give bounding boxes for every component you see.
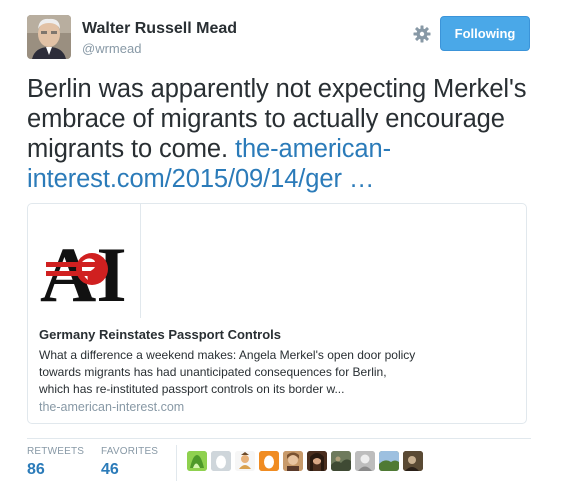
card-thumbnail[interactable]: AI (28, 204, 141, 318)
favoriter-avatar[interactable] (403, 451, 423, 471)
favoriter-avatar[interactable] (283, 451, 303, 471)
favoriter-avatar[interactable] (307, 451, 327, 471)
american-interest-logo: AI (40, 231, 127, 318)
tweet-text: Berlin was apparently not expecting Merk… (27, 74, 537, 194)
gear-icon[interactable] (413, 25, 431, 43)
favorites-label: FAVORITES (101, 446, 159, 457)
favoriter-avatar[interactable] (379, 451, 399, 471)
link-card[interactable]: AI Germany Reinstates Passport Controls … (27, 203, 527, 424)
retweets-stat[interactable]: RETWEETS 86 (27, 446, 84, 479)
favorites-stat[interactable]: FAVORITES 46 (101, 446, 158, 479)
divider (27, 438, 531, 439)
tweet-header: Walter Russell Mead @wrmead Following (27, 15, 532, 61)
card-domain[interactable]: the-american-interest.com (39, 400, 184, 414)
favorites-count[interactable]: 46 (101, 461, 158, 479)
favoriter-avatar[interactable] (211, 451, 231, 471)
favoriter-avatar[interactable] (259, 451, 279, 471)
card-description: What a difference a weekend makes: Angel… (39, 348, 416, 396)
retweets-count[interactable]: 86 (27, 461, 84, 479)
favoriter-avatar[interactable] (187, 451, 207, 471)
favoriter-avatar[interactable] (355, 451, 375, 471)
user-name[interactable]: Walter Russell Mead (82, 20, 237, 38)
following-button[interactable]: Following (440, 16, 530, 51)
retweets-label: RETWEETS (27, 446, 85, 457)
user-avatar[interactable] (27, 15, 71, 59)
favoriter-avatar[interactable] (235, 451, 255, 471)
favoriter-avatar[interactable] (331, 451, 351, 471)
card-title[interactable]: Germany Reinstates Passport Controls (39, 327, 281, 342)
user-handle[interactable]: @wrmead (82, 41, 141, 56)
stats-separator (176, 445, 177, 481)
